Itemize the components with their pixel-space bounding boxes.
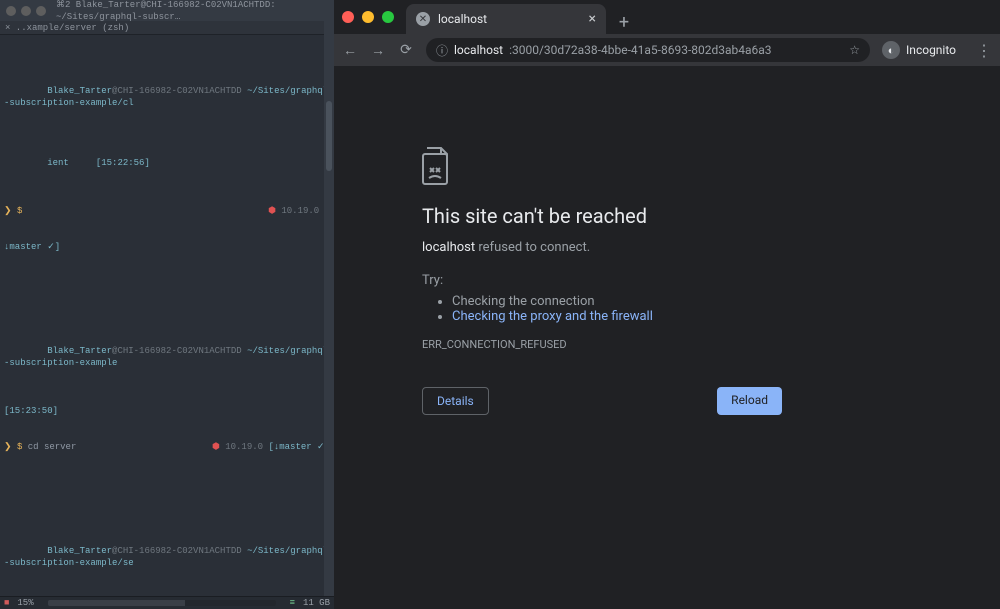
- prompt-line: ↓master ✓]: [4, 241, 330, 253]
- memory-text: 11 GB: [303, 597, 330, 609]
- host: CHI-166982-C02VN1ACHTDD: [117, 86, 241, 96]
- error-suggestion: Checking the connection: [452, 294, 912, 309]
- browser-window: ✕ localhost × + ← → ⟳ ⓘ localhost :3000/3…: [334, 0, 1000, 609]
- prompt-line: [15:23:50]: [4, 405, 330, 417]
- error-try-label: Try:: [422, 273, 912, 288]
- prompt-line: ❯ $ ⬢ 10.19.0 [: [4, 205, 330, 217]
- cpu-text: 15%: [17, 597, 33, 609]
- window-controls[interactable]: [6, 6, 46, 16]
- browser-toolbar: ← → ⟳ ⓘ localhost :3000/30d72a38-4bbe-41a…: [334, 34, 1000, 66]
- address-bar[interactable]: ⓘ localhost :3000/30d72a38-4bbe-41a5-8693…: [426, 38, 870, 62]
- url-host: localhost: [454, 43, 503, 57]
- error-summary: localhost refused to connect.: [422, 240, 912, 255]
- terminal-title: ⌘2 Blake_Tarter@CHI-166982-C02VN1ACHTDD:…: [56, 0, 328, 23]
- error-suggestion: Checking the proxy and the firewall: [452, 309, 912, 324]
- details-button[interactable]: Details: [422, 387, 489, 415]
- node-icon: ⬢: [268, 206, 276, 216]
- status-bar: ■ 15% ≡ 11 GB: [0, 596, 334, 609]
- favicon-icon: ✕: [416, 12, 430, 26]
- close-tab-icon[interactable]: ×: [589, 11, 596, 27]
- prompt-line: Blake_Tarter@CHI-166982-C02VN1ACHTDD ~/S…: [4, 333, 330, 381]
- pane1-tab[interactable]: × ..xample/server (zsh) ≡: [0, 21, 334, 35]
- incognito-label: Incognito: [906, 43, 956, 57]
- bookmark-icon[interactable]: ☆: [849, 43, 860, 57]
- scrollbar[interactable]: [324, 21, 334, 596]
- pane1-body[interactable]: Blake_Tarter@CHI-166982-C02VN1ACHTDD ~/S…: [0, 35, 334, 609]
- prompt-line: Blake_Tarter@CHI-166982-C02VN1ACHTDD ~/S…: [4, 533, 330, 581]
- new-tab-button[interactable]: +: [612, 10, 636, 34]
- command: cd server: [28, 442, 77, 452]
- proxy-firewall-link[interactable]: Checking the proxy and the firewall: [452, 309, 653, 324]
- error-heading: This site can't be reached: [422, 204, 912, 228]
- cpu-icon: ■: [4, 597, 9, 609]
- zoom-icon[interactable]: [382, 11, 394, 23]
- node-version: 10.19.0: [276, 206, 325, 216]
- pane1-tab-label: × ..xample/server (zsh): [5, 22, 129, 34]
- prompt-line: ient [15:22:56]: [4, 145, 330, 181]
- incognito-badge[interactable]: ◐ Incognito: [882, 41, 956, 59]
- terminal-window: ⌘2 Blake_Tarter@CHI-166982-C02VN1ACHTDD:…: [0, 0, 334, 609]
- error-page-icon: [422, 146, 912, 186]
- page-content: This site can't be reached localhost ref…: [334, 66, 1000, 609]
- back-icon[interactable]: ←: [342, 42, 358, 59]
- close-icon[interactable]: [6, 6, 16, 16]
- git-branch: ↓master ✓: [4, 242, 55, 252]
- reload-icon[interactable]: ⟳: [398, 42, 414, 58]
- memory-icon: ≡: [290, 597, 295, 609]
- window-controls[interactable]: [342, 0, 406, 34]
- browser-tab[interactable]: ✕ localhost ×: [406, 4, 606, 34]
- error-code: ERR_CONNECTION_REFUSED: [422, 338, 912, 351]
- zoom-icon[interactable]: [36, 6, 46, 16]
- close-icon[interactable]: [342, 11, 354, 23]
- timestamp: [15:22:56]: [96, 158, 150, 168]
- forward-icon[interactable]: →: [370, 42, 386, 59]
- minimize-icon[interactable]: [362, 11, 374, 23]
- menu-icon[interactable]: ⋮: [976, 41, 992, 60]
- terminal-titlebar[interactable]: ⌘2 Blake_Tarter@CHI-166982-C02VN1ACHTDD:…: [0, 0, 334, 21]
- tab-title: localhost: [438, 12, 581, 26]
- scrollbar-thumb[interactable]: [326, 101, 332, 171]
- prompt-line: ❯ $ cd server ⬢ 10.19.0 [↓master ✓]: [4, 441, 330, 453]
- reload-button[interactable]: Reload: [717, 387, 782, 415]
- cpu-sparkline: [48, 600, 276, 606]
- error-suggestions: Checking the connection Checking the pro…: [422, 294, 912, 324]
- site-info-icon[interactable]: ⓘ: [436, 42, 448, 59]
- incognito-icon: ◐: [882, 41, 900, 59]
- prompt-icon: ❯ $: [4, 206, 28, 216]
- prompt-line: Blake_Tarter@CHI-166982-C02VN1ACHTDD ~/S…: [4, 73, 330, 121]
- user: Blake_Tarter: [47, 86, 112, 96]
- tab-strip: ✕ localhost × +: [334, 0, 1000, 34]
- url-path: :3000/30d72a38-4bbe-41a5-8693-802d3ab4a6…: [509, 43, 771, 57]
- minimize-icon[interactable]: [21, 6, 31, 16]
